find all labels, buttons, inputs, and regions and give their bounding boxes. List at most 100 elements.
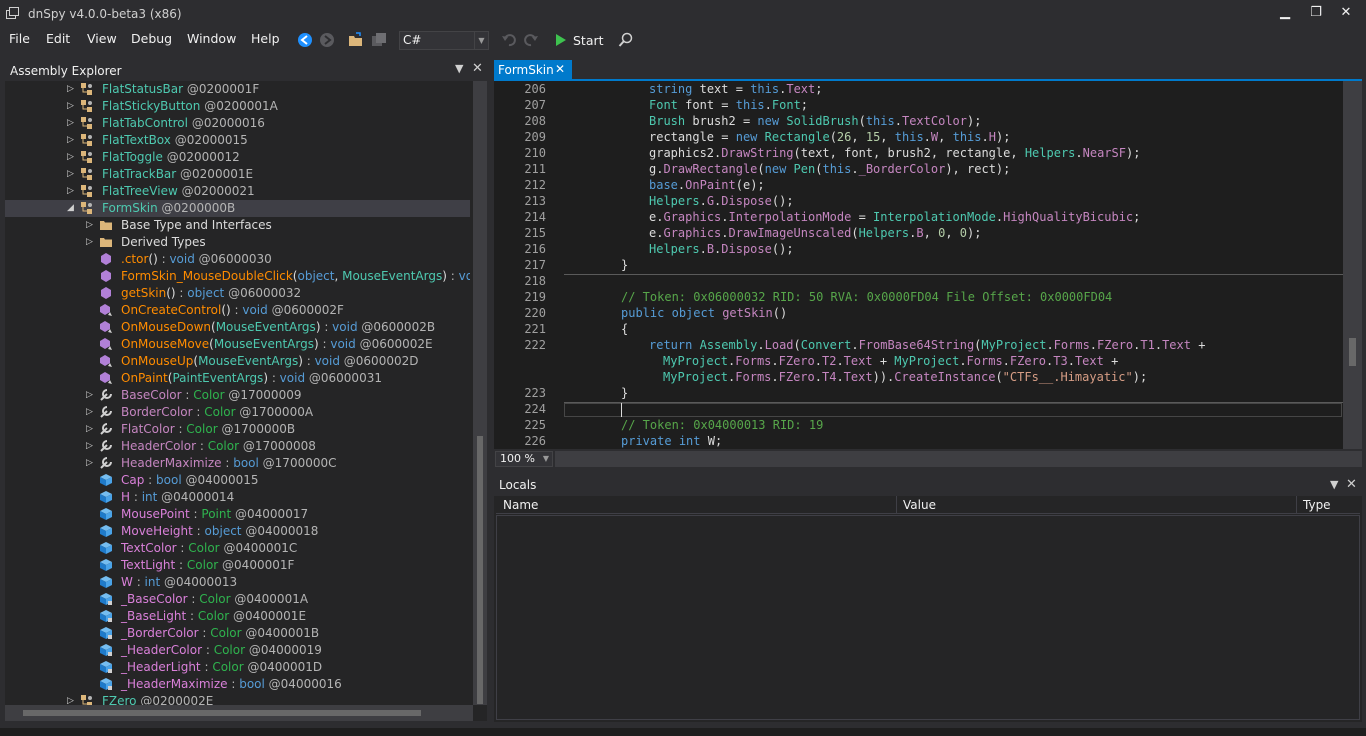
tree-item[interactable]: W : int @04000013 [5,574,470,591]
redo-icon[interactable] [523,32,539,48]
tree-item[interactable]: MousePoint : Point @04000017 [5,506,470,523]
code-line[interactable]: 222 return Assembly.Load(Convert.FromBase… [494,338,1362,354]
menu-view[interactable]: View [87,31,117,46]
close-button[interactable]: ✕ [1336,4,1356,22]
code-line[interactable]: 219 // Token: 0x06000032 RID: 50 RVA: 0x0… [494,290,1362,306]
expand-arrow-icon[interactable]: ▷ [67,134,77,146]
explorer-vertical-scroll-thumb[interactable] [477,436,483,704]
tree-item[interactable]: _BaseLight : Color @0400001E [5,608,470,625]
code-editor[interactable]: 206 string text = this.Text; 207 Font font … [494,81,1362,449]
tree-item[interactable]: ▷ BaseColor : Color @17000009 [5,387,470,404]
code-line[interactable]: 215 e.Graphics.DrawImageUnscaled(Helpers.… [494,226,1362,242]
code-line[interactable]: 212 base.OnPaint(e); [494,178,1362,194]
tree-item[interactable]: _HeaderColor : Color @04000019 [5,642,470,659]
tree-item[interactable]: OnMouseMove(MouseEventArgs) : void @0600… [5,336,470,353]
tree-item[interactable]: ▷ FlatToggle @02000012 [5,149,470,166]
tree-item[interactable]: .ctor() : void @06000030 [5,251,470,268]
code-line[interactable]: MyProject.Forms.FZero.T4.Text)).CreateIn… [494,370,1362,386]
expanded-arrow-icon[interactable]: ◢ [67,202,77,214]
expand-arrow-icon[interactable]: ▷ [86,236,96,248]
tree-item[interactable]: TextColor : Color @0400001C [5,540,470,557]
column-type[interactable]: Type [1303,498,1331,512]
menu-window[interactable]: Window [187,31,236,46]
tree-item[interactable]: TextLight : Color @0400001F [5,557,470,574]
open-list-icon[interactable] [371,32,387,48]
close-tab-icon[interactable]: ✕ [555,62,565,76]
explorer-horizontal-scroll-thumb[interactable] [23,710,421,716]
code-line[interactable]: 210 graphics2.DrawString(text, font, brus… [494,146,1362,162]
tree-item[interactable]: ▷ HeaderMaximize : bool @1700000C [5,455,470,472]
code-line[interactable]: 225 // Token: 0x04000013 RID: 19 [494,418,1362,434]
code-line[interactable]: 209 rectangle = new Rectangle(26, 15, thi… [494,130,1362,146]
tree-item[interactable]: ▷ BorderColor : Color @1700000A [5,404,470,421]
tree-item[interactable]: OnMouseUp(MouseEventArgs) : void @060000… [5,353,470,370]
tree-item[interactable]: _HeaderMaximize : bool @04000016 [5,676,470,693]
expand-arrow-icon[interactable]: ▷ [86,219,96,231]
editor-vertical-scrollbar[interactable] [1343,81,1362,449]
tab-formskin[interactable]: FormSkin ✕ [494,60,572,79]
expand-arrow-icon[interactable]: ▷ [67,83,77,95]
code-line[interactable]: 223} [494,386,1362,402]
code-line[interactable]: 226 private int W; [494,434,1362,449]
tree-item[interactable]: ▷ FlatStatusBar @0200001F [5,81,470,98]
tree-item[interactable]: ▷ FlatTabControl @02000016 [5,115,470,132]
tree-item[interactable]: ▷ Derived Types [5,234,470,251]
column-value[interactable]: Value [903,498,936,512]
code-line[interactable]: 211 g.DrawRectangle(new Pen(this._BorderC… [494,162,1362,178]
column-divider[interactable] [1296,496,1297,514]
tree-item[interactable]: getSkin() : object @06000032 [5,285,470,302]
tree-item[interactable]: ▷ FlatTrackBar @0200001E [5,166,470,183]
chevron-down-icon[interactable]: ▼ [474,32,488,49]
code-line[interactable]: 218 [494,274,1362,290]
tree-item[interactable]: ▷ Base Type and Interfaces [5,217,470,234]
tree-item[interactable]: ◢ FormSkin @0200000B [5,200,470,217]
close-panel-icon[interactable]: ✕ [472,61,483,76]
tree-item[interactable]: _BaseColor : Color @0400001A [5,591,470,608]
tree-item[interactable]: Cap : bool @04000015 [5,472,470,489]
column-name[interactable]: Name [503,498,538,512]
expand-arrow-icon[interactable]: ▷ [86,406,96,418]
code-line[interactable]: 208 Brush brush2 = new SolidBrush(this.Te… [494,114,1362,130]
locals-list[interactable] [496,515,1360,720]
tree-item[interactable]: OnCreateControl() : void @0600002F [5,302,470,319]
close-panel-icon[interactable]: ✕ [1346,477,1357,492]
tree-item[interactable]: ▷ HeaderColor : Color @17000008 [5,438,470,455]
code-line[interactable]: 220 public object getSkin() [494,306,1362,322]
menu-edit[interactable]: Edit [46,31,70,46]
tree-item[interactable]: _BorderColor : Color @0400001B [5,625,470,642]
expand-arrow-icon[interactable]: ▷ [67,185,77,197]
menu-help[interactable]: Help [251,31,280,46]
tree-item[interactable]: ▷ FlatTreeView @02000021 [5,183,470,200]
tree-item[interactable]: ▷ FlatColor : Color @1700000B [5,421,470,438]
minimize-button[interactable]: ▁ [1275,4,1295,22]
start-debug-button[interactable]: Start [555,30,604,50]
editor-vertical-scroll-thumb[interactable] [1349,338,1356,366]
open-folder-icon[interactable] [348,32,364,48]
menu-debug[interactable]: Debug [131,31,172,46]
forward-icon[interactable] [319,32,335,48]
tree-item[interactable]: H : int @04000014 [5,489,470,506]
code-line[interactable]: 207 Font font = this.Font; [494,98,1362,114]
expand-arrow-icon[interactable]: ▷ [67,100,77,112]
editor-horizontal-scrollbar[interactable] [555,451,1362,467]
panel-menu-icon[interactable]: ▼ [455,62,463,75]
search-icon[interactable] [618,32,634,48]
expand-arrow-icon[interactable]: ▷ [86,389,96,401]
expand-arrow-icon[interactable]: ▷ [67,151,77,163]
expand-arrow-icon[interactable]: ▷ [86,440,96,452]
tree-item[interactable]: OnPaint(PaintEventArgs) : void @06000031 [5,370,470,387]
expand-arrow-icon[interactable]: ▷ [67,117,77,129]
code-line[interactable]: 221 { [494,322,1362,338]
expand-arrow-icon[interactable]: ▷ [86,457,96,469]
panel-menu-icon[interactable]: ▼ [1330,478,1338,491]
tree-item[interactable]: ▷ FlatTextBox @02000015 [5,132,470,149]
tree-item[interactable]: ▷ FlatStickyButton @0200001A [5,98,470,115]
language-select[interactable]: C# ▼ [399,31,489,50]
code-line[interactable]: 216 Helpers.B.Dispose(); [494,242,1362,258]
tree-item[interactable]: ▷ FZero @0200002E [5,693,470,705]
tree-item[interactable]: OnMouseDown(MouseEventArgs) : void @0600… [5,319,470,336]
expand-arrow-icon[interactable]: ▷ [86,423,96,435]
code-line[interactable]: 206 string text = this.Text; [494,82,1362,98]
tree-item[interactable]: FormSkin_MouseDoubleClick(object, MouseE… [5,268,470,285]
undo-icon[interactable] [501,32,517,48]
